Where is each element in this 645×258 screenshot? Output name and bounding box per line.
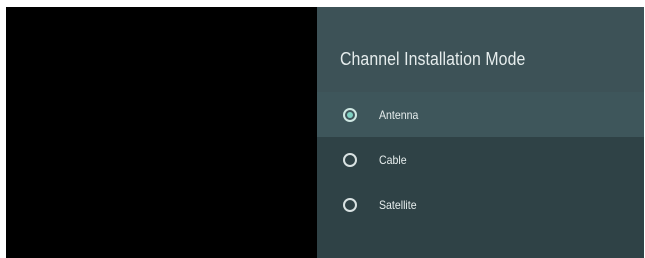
option-antenna[interactable]: Antenna <box>317 92 644 137</box>
option-cable[interactable]: Cable <box>317 137 644 182</box>
page-title: Channel Installation Mode <box>340 49 526 69</box>
option-label: Antenna <box>379 107 419 122</box>
settings-panel: Channel Installation Mode Antenna Cable … <box>317 7 644 258</box>
panel-header: Channel Installation Mode <box>317 7 644 92</box>
radio-unchecked-icon <box>343 152 357 167</box>
tv-screen: Channel Installation Mode Antenna Cable … <box>6 7 644 258</box>
option-label: Satellite <box>379 197 417 212</box>
radio-unchecked-icon <box>343 197 357 212</box>
option-satellite[interactable]: Satellite <box>317 182 644 227</box>
option-label: Cable <box>379 152 407 167</box>
radio-checked-icon <box>343 107 357 122</box>
installation-mode-list: Antenna Cable Satellite <box>317 92 644 227</box>
video-preview-area <box>6 7 317 258</box>
